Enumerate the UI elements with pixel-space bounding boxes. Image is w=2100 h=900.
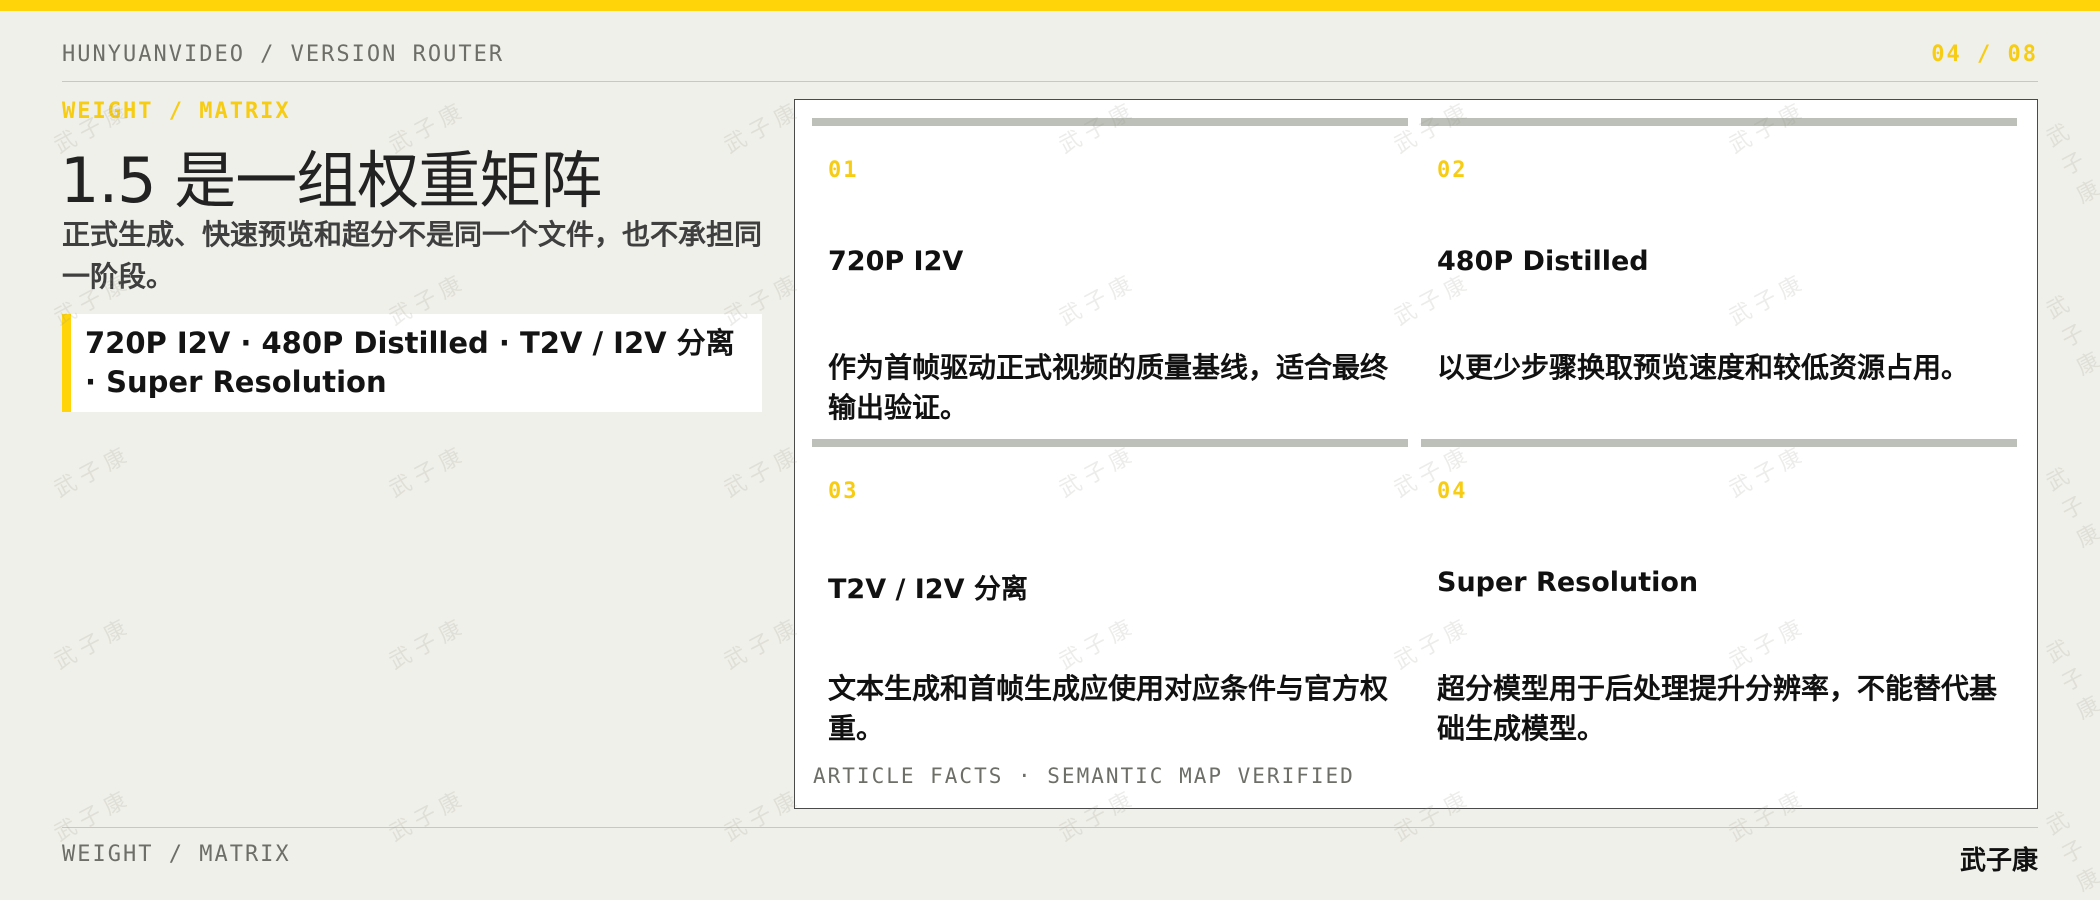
- card-title: 480P Distilled: [1437, 246, 1649, 277]
- watermark-text: 武子康: [385, 785, 472, 847]
- matrix-card-02: 02 480P Distilled 以更少步骤换取预览速度和较低资源占用。: [1421, 118, 2017, 418]
- watermark-text: 武子康: [50, 441, 137, 503]
- watermark-text: 武子康: [2042, 289, 2100, 381]
- page-subtitle: 正式生成、快速预览和超分不是同一个文件，也不承担同一阶段。: [62, 218, 763, 293]
- matrix-card-01: 01 720P I2V 作为首帧驱动正式视频的质量基线，适合最终输出验证。: [812, 118, 1408, 424]
- card-title: 720P I2V: [828, 246, 964, 277]
- highlight-tagline: 720P I2V · 480P Distilled · T2V / I2V 分离…: [62, 314, 762, 412]
- footer-section-label: WEIGHT / MATRIX: [62, 842, 291, 867]
- card-description: 作为首帧驱动正式视频的质量基线，适合最终输出验证。: [828, 351, 1389, 424]
- top-accent-bar: [0, 0, 2100, 11]
- card-number: 02: [1437, 158, 1468, 183]
- watermark-text: 武子康: [2042, 633, 2100, 725]
- watermark-text: 武子康: [2042, 117, 2100, 209]
- header-divider: [62, 81, 2038, 82]
- watermark-text: 武子康: [385, 441, 472, 503]
- watermark-text: 武子康: [50, 785, 137, 847]
- card-divider: [812, 439, 1408, 447]
- card-number: 03: [828, 479, 859, 504]
- card-title: Super Resolution: [1437, 567, 1699, 598]
- card-title: T2V / I2V 分离: [828, 574, 1028, 605]
- watermark-text: 武子康: [2042, 805, 2100, 897]
- card-number: 04: [1437, 479, 1468, 504]
- card-number: 01: [828, 158, 859, 183]
- footer-divider: [62, 827, 2038, 828]
- card-divider: [812, 118, 1408, 126]
- page-number: 04 / 08: [1931, 42, 2038, 67]
- card-description: 以更少步骤换取预览速度和较低资源占用。: [1437, 351, 1970, 384]
- matrix-card-04: 04 Super Resolution 超分模型用于后处理提升分辨率，不能替代基…: [1421, 439, 2017, 745]
- header-title: HUNYUANVIDEO / VERSION ROUTER: [62, 42, 505, 67]
- weight-matrix-panel: 01 720P I2V 作为首帧驱动正式视频的质量基线，适合最终输出验证。 02…: [794, 99, 2038, 809]
- watermark-text: 武子康: [385, 613, 472, 675]
- card-description: 文本生成和首帧生成应使用对应条件与官方权重。: [828, 672, 1389, 745]
- matrix-card-03: 03 T2V / I2V 分离 文本生成和首帧生成应使用对应条件与官方权重。: [812, 439, 1408, 745]
- page-title: 1.5 是一组权重矩阵: [60, 144, 602, 217]
- footer-author: 武子康: [1959, 846, 2038, 876]
- panel-footer-note: ARTICLE FACTS · SEMANTIC MAP VERIFIED: [813, 764, 1355, 788]
- section-eyebrow: WEIGHT / MATRIX: [62, 99, 291, 124]
- watermark-text: 武子康: [2042, 461, 2100, 553]
- card-divider: [1421, 439, 2017, 447]
- watermark-text: 武子康: [50, 613, 137, 675]
- card-divider: [1421, 118, 2017, 126]
- card-description: 超分模型用于后处理提升分辨率，不能替代基础生成模型。: [1437, 672, 1998, 745]
